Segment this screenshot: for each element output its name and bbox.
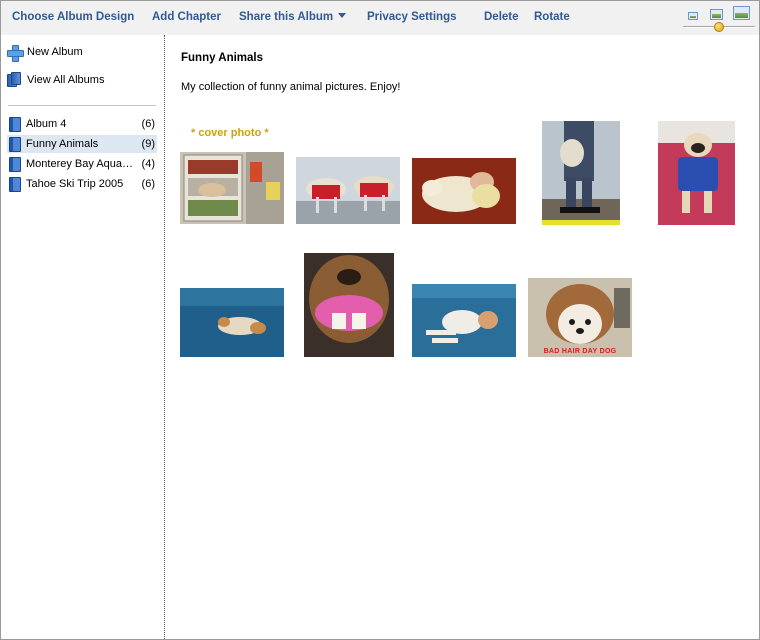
view-all-albums-button[interactable]: View All Albums <box>7 71 104 89</box>
sidebar: New Album View All Albums Album 4 (6) Fu… <box>1 35 164 639</box>
sidebar-item-album-4[interactable]: Album 4 (6) <box>7 115 157 133</box>
album-content: Funny Animals My collection of funny ani… <box>165 35 759 639</box>
photo-thumbnail-dog-with-baby[interactable] <box>412 158 516 224</box>
album-book-icon <box>9 116 21 132</box>
sidebar-item-tahoe-ski-trip[interactable]: Tahoe Ski Trip 2005 (6) <box>7 175 157 193</box>
privacy-settings-link[interactable]: Privacy Settings <box>367 11 456 23</box>
album-book-icon <box>9 156 21 172</box>
delete-link[interactable]: Delete <box>484 11 519 23</box>
new-album-button[interactable]: New Album <box>7 43 83 62</box>
thumbnail-size-slider-thumb[interactable] <box>714 22 724 32</box>
plus-icon <box>7 44 24 62</box>
photo-thumbnail-shih-tzu-wig[interactable]: BAD HAIR DAY DOG <box>528 278 632 357</box>
photo-thumbnail-cat-on-couch[interactable] <box>180 288 284 357</box>
album-count: (9) <box>141 138 155 150</box>
sidebar-item-monterey-bay-aquarium[interactable]: Monterey Bay Aquarium (4) <box>7 155 157 173</box>
thumbnail-size-control <box>681 5 757 33</box>
choose-album-design-link[interactable]: Choose Album Design <box>12 11 134 23</box>
toolbar: Choose Album Design Add Chapter Share th… <box>1 1 759 35</box>
medium-thumbnail-icon[interactable] <box>710 9 723 20</box>
photo-thumbnail-dog-in-backpack[interactable] <box>542 121 620 225</box>
album-name: Monterey Bay Aquarium <box>26 158 136 170</box>
photo-thumbnail-dogs-in-red-jackets[interactable] <box>296 157 400 224</box>
photo-caption: BAD HAIR DAY DOG <box>543 348 617 355</box>
photo-thumbnail-pug-in-carrier[interactable] <box>658 121 735 225</box>
albums-stack-icon <box>7 71 22 89</box>
photo-thumbnail-puppy-on-couch[interactable] <box>412 284 516 357</box>
album-name: Funny Animals <box>26 138 99 150</box>
rotate-link[interactable]: Rotate <box>534 11 570 23</box>
album-name: Album 4 <box>26 118 67 130</box>
new-album-label: New Album <box>27 46 83 58</box>
sidebar-divider <box>8 105 156 106</box>
photo-thumbnail-dog-with-toy-teeth[interactable] <box>304 253 394 357</box>
album-count: (6) <box>141 118 155 130</box>
add-chapter-link[interactable]: Add Chapter <box>152 11 221 23</box>
small-thumbnail-icon[interactable] <box>688 12 698 20</box>
large-thumbnail-icon[interactable] <box>733 6 750 20</box>
album-count: (4) <box>141 158 155 170</box>
cover-photo-label: * cover photo * <box>191 127 269 139</box>
view-all-albums-label: View All Albums <box>27 74 105 86</box>
album-title: Funny Animals <box>181 52 263 64</box>
album-count: (6) <box>141 178 155 190</box>
album-name: Tahoe Ski Trip 2005 <box>26 178 124 190</box>
sidebar-item-funny-animals[interactable]: Funny Animals (9) <box>7 135 157 153</box>
album-book-icon <box>9 136 21 152</box>
share-album-menu[interactable]: Share this Album <box>239 11 347 23</box>
album-book-icon <box>9 176 21 192</box>
photo-thumbnail-cat-in-refrigerator[interactable] <box>180 152 284 224</box>
chevron-down-icon <box>338 13 347 18</box>
share-album-label: Share this Album <box>239 11 334 23</box>
album-description: My collection of funny animal pictures. … <box>181 81 401 93</box>
